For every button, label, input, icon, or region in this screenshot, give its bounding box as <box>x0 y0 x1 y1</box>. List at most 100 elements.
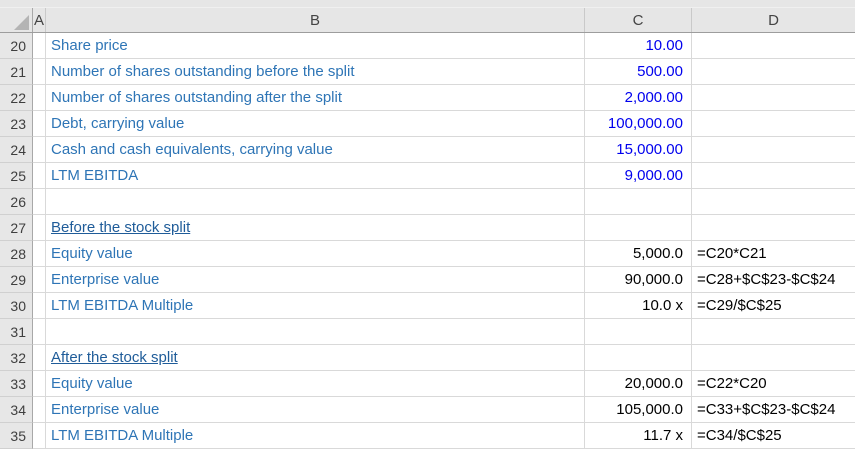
cell-C31[interactable] <box>585 319 692 345</box>
cell-C30[interactable]: 10.0 x <box>585 293 692 319</box>
cell-A30[interactable] <box>33 293 46 319</box>
row-32: 32 After the stock split <box>0 345 855 371</box>
cell-B24[interactable]: Cash and cash equivalents, carrying valu… <box>46 137 585 163</box>
row-26: 26 <box>0 189 855 215</box>
row-header-21[interactable]: 21 <box>0 59 33 85</box>
select-all-triangle-icon <box>14 15 29 30</box>
cell-C33[interactable]: 20,000.0 <box>585 371 692 397</box>
cell-D28[interactable]: =C20*C21 <box>692 241 855 267</box>
column-headers: A B C D <box>0 8 855 33</box>
cell-B26[interactable] <box>46 189 585 215</box>
select-all-corner[interactable] <box>0 8 33 32</box>
cell-C28[interactable]: 5,000.0 <box>585 241 692 267</box>
cell-D33[interactable]: =C22*C20 <box>692 371 855 397</box>
row-23: 23 Debt, carrying value 100,000.00 <box>0 111 855 137</box>
row-header-35[interactable]: 35 <box>0 423 33 449</box>
row-25: 25 LTM EBITDA 9,000.00 <box>0 163 855 189</box>
cell-B21[interactable]: Number of shares outstanding before the … <box>46 59 585 85</box>
cell-C34[interactable]: 105,000.0 <box>585 397 692 423</box>
cell-D35[interactable]: =C34/$C$25 <box>692 423 855 449</box>
cell-A24[interactable] <box>33 137 46 163</box>
cell-D25[interactable] <box>692 163 855 189</box>
cell-A27[interactable] <box>33 215 46 241</box>
cell-D27[interactable] <box>692 215 855 241</box>
cell-C24[interactable]: 15,000.00 <box>585 137 692 163</box>
row-33: 33 Equity value 20,000.0 =C22*C20 <box>0 371 855 397</box>
cell-D29[interactable]: =C28+$C$23-$C$24 <box>692 267 855 293</box>
cell-B20[interactable]: Share price <box>46 33 585 59</box>
cell-B25[interactable]: LTM EBITDA <box>46 163 585 189</box>
cell-B34[interactable]: Enterprise value <box>46 397 585 423</box>
cell-D34[interactable]: =C33+$C$23-$C$24 <box>692 397 855 423</box>
row-28: 28 Equity value 5,000.0 =C20*C21 <box>0 241 855 267</box>
column-header-B[interactable]: B <box>46 8 585 32</box>
cell-B27-section-title[interactable]: Before the stock split <box>46 215 585 241</box>
cell-A22[interactable] <box>33 85 46 111</box>
cell-B28[interactable]: Equity value <box>46 241 585 267</box>
cell-D30[interactable]: =C29/$C$25 <box>692 293 855 319</box>
cell-B29[interactable]: Enterprise value <box>46 267 585 293</box>
row-header-24[interactable]: 24 <box>0 137 33 163</box>
cell-A31[interactable] <box>33 319 46 345</box>
row-header-32[interactable]: 32 <box>0 345 33 371</box>
cell-grid: 20 Share price 10.00 21 Number of shares… <box>0 33 855 449</box>
cell-C23[interactable]: 100,000.00 <box>585 111 692 137</box>
row-30: 30 LTM EBITDA Multiple 10.0 x =C29/$C$25 <box>0 293 855 319</box>
cell-B23[interactable]: Debt, carrying value <box>46 111 585 137</box>
cell-D32[interactable] <box>692 345 855 371</box>
row-header-20[interactable]: 20 <box>0 33 33 59</box>
cell-C35[interactable]: 11.7 x <box>585 423 692 449</box>
row-34: 34 Enterprise value 105,000.0 =C33+$C$23… <box>0 397 855 423</box>
cell-B35[interactable]: LTM EBITDA Multiple <box>46 423 585 449</box>
cell-A23[interactable] <box>33 111 46 137</box>
row-header-33[interactable]: 33 <box>0 371 33 397</box>
row-header-26[interactable]: 26 <box>0 189 33 215</box>
cell-B32-section-title[interactable]: After the stock split <box>46 345 585 371</box>
row-header-29[interactable]: 29 <box>0 267 33 293</box>
cell-A32[interactable] <box>33 345 46 371</box>
row-24: 24 Cash and cash equivalents, carrying v… <box>0 137 855 163</box>
row-header-23[interactable]: 23 <box>0 111 33 137</box>
cell-C29[interactable]: 90,000.0 <box>585 267 692 293</box>
cell-C26[interactable] <box>585 189 692 215</box>
cell-A29[interactable] <box>33 267 46 293</box>
row-35: 35 LTM EBITDA Multiple 11.7 x =C34/$C$25 <box>0 423 855 449</box>
column-header-D[interactable]: D <box>692 8 855 32</box>
cell-D20[interactable] <box>692 33 855 59</box>
column-header-A[interactable]: A <box>33 8 46 32</box>
cell-A33[interactable] <box>33 371 46 397</box>
cell-C25[interactable]: 9,000.00 <box>585 163 692 189</box>
row-header-27[interactable]: 27 <box>0 215 33 241</box>
row-header-22[interactable]: 22 <box>0 85 33 111</box>
cell-D26[interactable] <box>692 189 855 215</box>
cell-D21[interactable] <box>692 59 855 85</box>
cell-A26[interactable] <box>33 189 46 215</box>
row-header-31[interactable]: 31 <box>0 319 33 345</box>
cell-B31[interactable] <box>46 319 585 345</box>
cell-D23[interactable] <box>692 111 855 137</box>
cell-C21[interactable]: 500.00 <box>585 59 692 85</box>
cell-D31[interactable] <box>692 319 855 345</box>
cell-A20[interactable] <box>33 33 46 59</box>
cell-A28[interactable] <box>33 241 46 267</box>
cell-B22[interactable]: Number of shares outstanding after the s… <box>46 85 585 111</box>
row-header-34[interactable]: 34 <box>0 397 33 423</box>
cell-B30[interactable]: LTM EBITDA Multiple <box>46 293 585 319</box>
row-header-30[interactable]: 30 <box>0 293 33 319</box>
column-header-C[interactable]: C <box>585 8 692 32</box>
cell-A21[interactable] <box>33 59 46 85</box>
cell-C22[interactable]: 2,000.00 <box>585 85 692 111</box>
cell-D24[interactable] <box>692 137 855 163</box>
cell-C20[interactable]: 10.00 <box>585 33 692 59</box>
cell-D22[interactable] <box>692 85 855 111</box>
cell-C32[interactable] <box>585 345 692 371</box>
cell-A34[interactable] <box>33 397 46 423</box>
row-header-28[interactable]: 28 <box>0 241 33 267</box>
cell-A25[interactable] <box>33 163 46 189</box>
top-strip <box>0 0 855 8</box>
cell-B33[interactable]: Equity value <box>46 371 585 397</box>
cell-A35[interactable] <box>33 423 46 449</box>
row-27: 27 Before the stock split <box>0 215 855 241</box>
row-header-25[interactable]: 25 <box>0 163 33 189</box>
cell-C27[interactable] <box>585 215 692 241</box>
